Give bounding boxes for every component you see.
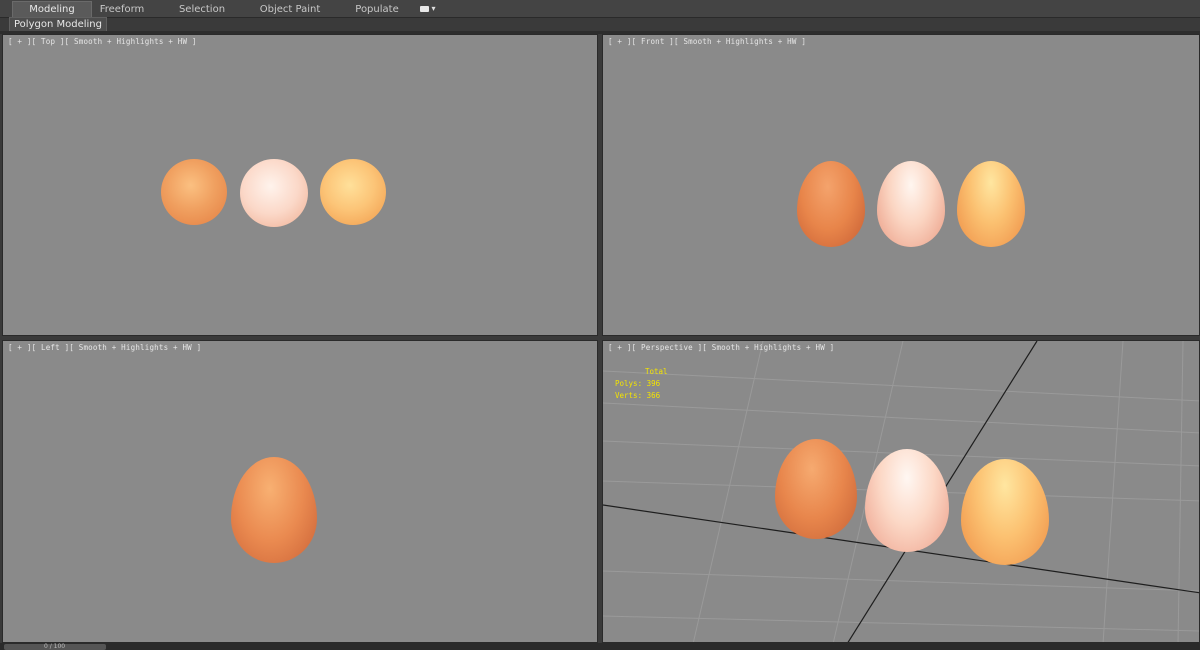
tab-object-paint[interactable]: Object Paint [252,2,328,17]
time-slider-label: 0 / 100 [44,643,66,650]
viewport-front[interactable]: [ + ][ Front ][ Smooth + Highlights + HW… [602,34,1200,336]
stats-header: Total [645,367,668,376]
tab-populate[interactable]: Populate [344,2,410,17]
ribbon-toggle-icon [420,5,429,12]
egg-orange-front[interactable] [797,161,865,247]
viewport-label-front[interactable]: [ + ][ Front ][ Smooth + Highlights + HW… [608,37,806,46]
ribbon-options-dropdown[interactable]: ▾ [420,3,440,15]
tab-selection[interactable]: Selection [170,2,234,17]
stats-verts: Verts: 366 [615,391,661,400]
polygon-stats: Total Polys: 396 Verts: 366 [615,366,668,402]
egg-pink-top[interactable] [240,159,308,227]
viewport-label-left[interactable]: [ + ][ Left ][ Smooth + Highlights + HW … [8,343,201,352]
timeline-bar [0,643,1200,650]
stats-polys: Polys: 396 [615,379,661,388]
egg-yellow-top[interactable] [320,159,386,225]
viewport-label-perspective[interactable]: [ + ][ Perspective ][ Smooth + Highlight… [608,343,834,352]
chevron-down-icon: ▾ [431,4,436,13]
egg-yellow-front[interactable] [957,161,1025,247]
viewport-left[interactable]: [ + ][ Left ][ Smooth + Highlights + HW … [2,340,598,643]
viewport-perspective[interactable]: [ + ][ Perspective ][ Smooth + Highlight… [602,340,1200,643]
tab-modeling[interactable]: Modeling [12,1,92,17]
egg-orange-left[interactable] [231,457,317,563]
egg-orange-top[interactable] [161,159,227,225]
egg-pink-front[interactable] [877,161,945,247]
tab-freeform[interactable]: Freeform [92,2,152,17]
viewport-label-top[interactable]: [ + ][ Top ][ Smooth + Highlights + HW ] [8,37,197,46]
viewport-top[interactable]: [ + ][ Top ][ Smooth + Highlights + HW ] [2,34,598,336]
ribbon-tab-bar: Modeling Freeform Selection Object Paint… [0,0,1200,18]
